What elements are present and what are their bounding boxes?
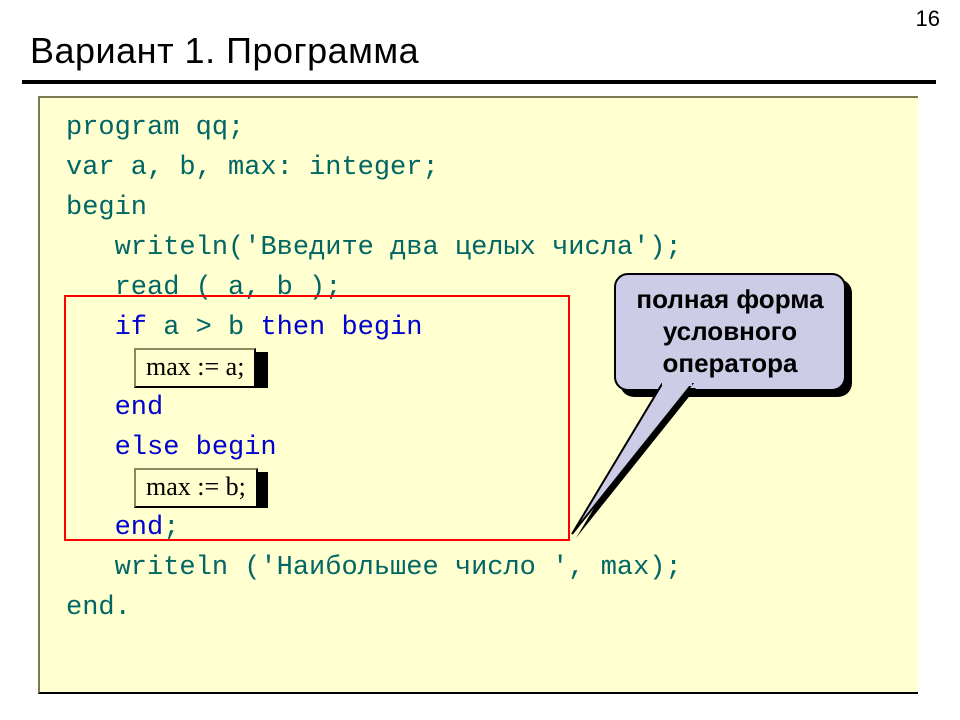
inline-box-2: max := b; bbox=[134, 468, 258, 508]
code-line: begin bbox=[66, 193, 147, 223]
callout-bubble: полная форма условного оператора bbox=[614, 273, 846, 391]
title-underline bbox=[22, 80, 936, 84]
code-line: writeln ('Наибольшее число ', max); bbox=[66, 553, 682, 583]
inline-code-1: max := a; bbox=[146, 352, 244, 381]
code-line: var a, b, max: integer; bbox=[66, 153, 439, 183]
inline-code-2: max := b; bbox=[146, 472, 246, 501]
callout-tail bbox=[564, 376, 704, 536]
callout-text: полная форма условного оператора bbox=[626, 283, 834, 379]
code-line: writeln('Введите два целых числа'); bbox=[66, 233, 682, 263]
inline-box-1: max := a; bbox=[134, 348, 256, 388]
slide-title: Вариант 1. Программа bbox=[30, 30, 419, 72]
code-line: end. bbox=[66, 593, 131, 623]
page-number: 16 bbox=[916, 6, 940, 32]
code-line: program qq; bbox=[66, 113, 244, 143]
slide: 16 Вариант 1. Программа program qq; var … bbox=[0, 0, 960, 720]
